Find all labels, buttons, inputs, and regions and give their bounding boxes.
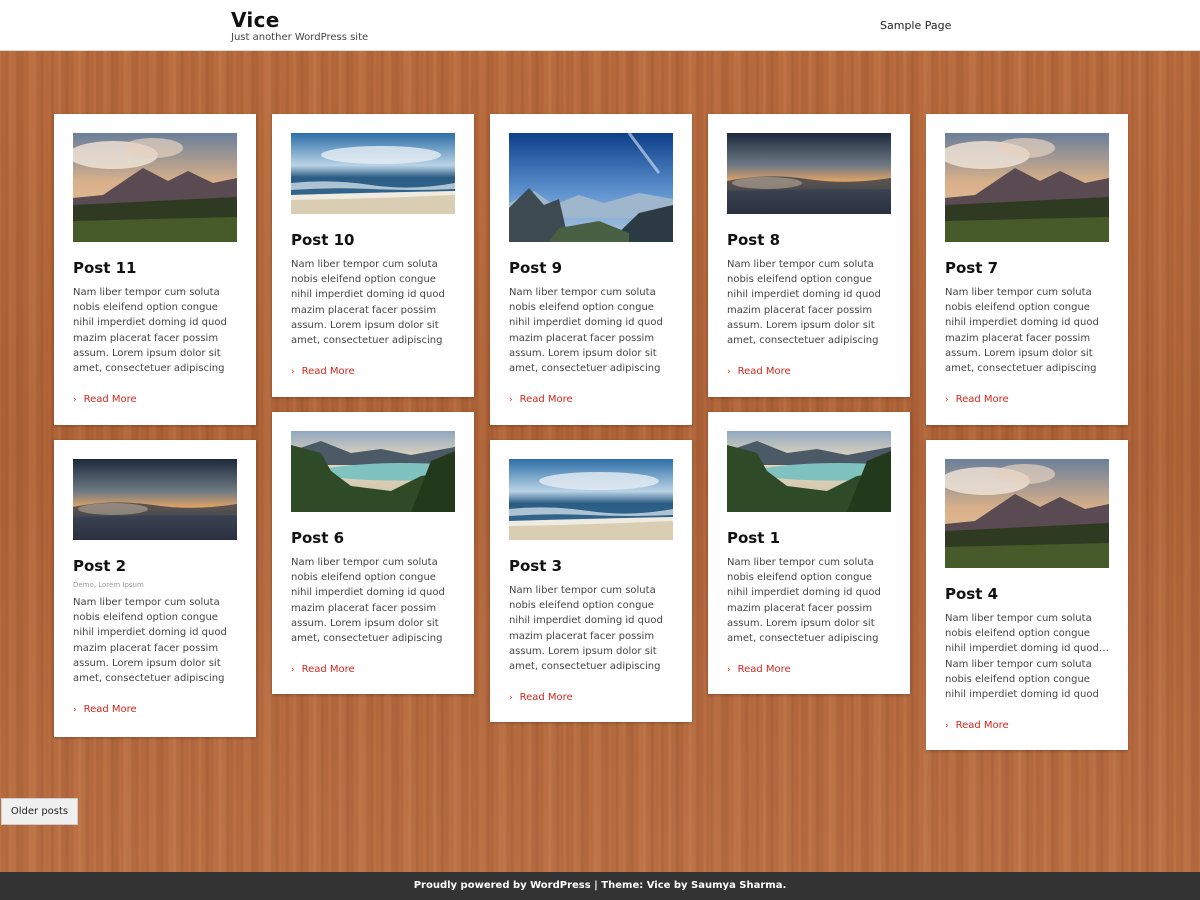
post-card: Post 11 Nam liber tempor cum soluta nobi… — [54, 114, 256, 425]
post-excerpt: Nam liber tempor cum soluta nobis eleife… — [945, 613, 1109, 701]
post-card: Post 7 Nam liber tempor cum soluta nobis… — [926, 114, 1128, 425]
lake-forest-image — [291, 431, 455, 512]
mountain-clouds-image — [945, 459, 1109, 568]
lake-forest-image — [727, 431, 891, 512]
post-title[interactable]: Post 9 — [509, 259, 673, 277]
post-excerpt: Nam liber tempor cum soluta nobis eleife… — [73, 287, 227, 375]
mountain-clouds-image — [945, 133, 1109, 242]
sunset-horizon-image — [73, 459, 237, 540]
post-categories[interactable]: Demo, Lorem Ipsum — [73, 581, 237, 589]
chevron-right-icon: › — [727, 367, 731, 377]
read-more-label: Read More — [955, 394, 1009, 405]
post-card: Post 9 Nam liber tempor cum soluta nobis… — [490, 114, 692, 425]
chevron-right-icon: › — [291, 665, 295, 675]
post-title[interactable]: Post 4 — [945, 585, 1109, 603]
ocean-beach-image — [291, 133, 455, 214]
chevron-right-icon: › — [945, 721, 949, 731]
post-title[interactable]: Post 10 — [291, 231, 455, 249]
read-more-label: Read More — [519, 692, 573, 703]
post-thumbnail[interactable] — [509, 459, 673, 540]
chevron-right-icon: › — [291, 367, 295, 377]
post-card: Post 1 Nam liber tempor cum soluta nobis… — [708, 412, 910, 694]
read-more-link[interactable]: › Read More — [509, 393, 673, 407]
read-more-link[interactable]: › Read More — [291, 365, 455, 379]
post-thumbnail[interactable] — [727, 431, 891, 512]
post-card: Post 4 Nam liber tempor cum soluta nobis… — [926, 440, 1128, 750]
read-more-link[interactable]: › Read More — [291, 663, 455, 677]
post-thumbnail[interactable] — [291, 431, 455, 512]
post-excerpt: Nam liber tempor cum soluta nobis eleife… — [727, 259, 881, 347]
post-thumbnail[interactable] — [291, 133, 455, 214]
post-excerpt: Nam liber tempor cum soluta nobis eleife… — [73, 597, 227, 685]
post-card: Post 10 Nam liber tempor cum soluta nobi… — [272, 114, 474, 397]
nav-item-sample-page[interactable]: Sample Page — [880, 19, 951, 32]
post-card: Post 2 Demo, Lorem Ipsum Nam liber tempo… — [54, 440, 256, 737]
read-more-label: Read More — [301, 664, 355, 675]
chevron-right-icon: › — [509, 395, 513, 405]
post-thumbnail[interactable] — [945, 133, 1109, 242]
mountain-valley-image — [509, 133, 673, 242]
post-title[interactable]: Post 11 — [73, 259, 237, 277]
post-title[interactable]: Post 6 — [291, 529, 455, 547]
read-more-label: Read More — [737, 366, 791, 377]
chevron-right-icon: › — [73, 395, 77, 405]
site-footer: Proudly powered by WordPress | Theme: Vi… — [0, 872, 1200, 900]
post-excerpt: Nam liber tempor cum soluta nobis eleife… — [945, 287, 1099, 375]
post-excerpt: Nam liber tempor cum soluta nobis eleife… — [727, 557, 881, 645]
post-thumbnail[interactable] — [727, 133, 891, 214]
post-thumbnail[interactable] — [73, 133, 237, 242]
read-more-label: Read More — [737, 664, 791, 675]
site-tagline: Just another WordPress site — [231, 32, 369, 43]
post-card: Post 6 Nam liber tempor cum soluta nobis… — [272, 412, 474, 694]
read-more-link[interactable]: › Read More — [509, 691, 673, 705]
post-excerpt: Nam liber tempor cum soluta nobis eleife… — [509, 287, 663, 375]
post-thumbnail[interactable] — [73, 459, 237, 540]
read-more-label: Read More — [519, 394, 573, 405]
read-more-label: Read More — [83, 394, 137, 405]
read-more-link[interactable]: › Read More — [73, 393, 237, 407]
post-thumbnail[interactable] — [945, 459, 1109, 568]
post-excerpt: Nam liber tempor cum soluta nobis eleife… — [509, 585, 663, 673]
chevron-right-icon: › — [509, 693, 513, 703]
post-card: Post 8 Nam liber tempor cum soluta nobis… — [708, 114, 910, 397]
site-header: Vice Just another WordPress site Sample … — [0, 0, 1200, 51]
post-title[interactable]: Post 3 — [509, 557, 673, 575]
post-thumbnail[interactable] — [509, 133, 673, 242]
read-more-link[interactable]: › Read More — [727, 663, 891, 677]
post-excerpt: Nam liber tempor cum soluta nobis eleife… — [291, 557, 445, 645]
site-title[interactable]: Vice — [231, 8, 280, 32]
read-more-label: Read More — [955, 720, 1009, 731]
read-more-label: Read More — [83, 704, 137, 715]
chevron-right-icon: › — [73, 705, 77, 715]
post-title[interactable]: Post 8 — [727, 231, 891, 249]
older-posts-button[interactable]: Older posts — [1, 798, 78, 825]
chevron-right-icon: › — [945, 395, 949, 405]
chevron-right-icon: › — [727, 665, 731, 675]
ocean-beach-image — [509, 459, 673, 540]
post-title[interactable]: Post 2 — [73, 557, 237, 575]
post-title[interactable]: Post 1 — [727, 529, 891, 547]
post-title[interactable]: Post 7 — [945, 259, 1109, 277]
read-more-link[interactable]: › Read More — [73, 703, 237, 717]
sunset-horizon-image — [727, 133, 891, 214]
read-more-link[interactable]: › Read More — [945, 393, 1109, 407]
mountain-clouds-image — [73, 133, 237, 242]
read-more-link[interactable]: › Read More — [727, 365, 891, 379]
read-more-label: Read More — [301, 366, 355, 377]
read-more-link[interactable]: › Read More — [945, 719, 1109, 733]
post-card: Post 3 Nam liber tempor cum soluta nobis… — [490, 440, 692, 722]
post-excerpt: Nam liber tempor cum soluta nobis eleife… — [291, 259, 445, 347]
